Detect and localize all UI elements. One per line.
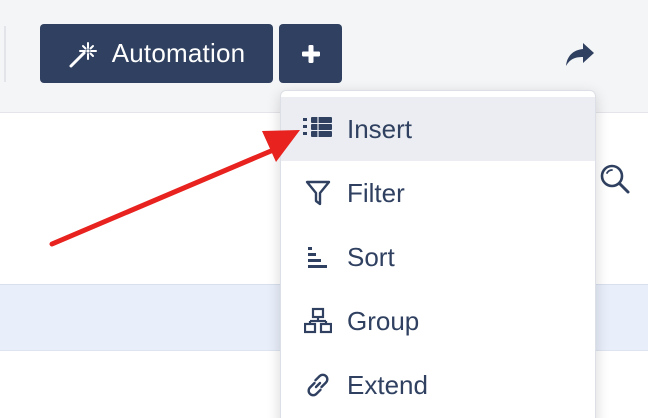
menu-item-filter[interactable]: Filter — [281, 161, 595, 225]
toolbar-divider — [4, 26, 6, 82]
menu-item-insert[interactable]: Insert — [281, 97, 595, 161]
insert-rows-icon — [303, 114, 333, 144]
add-dropdown-menu: Insert Filter Sort Group Extend — [280, 90, 596, 418]
menu-item-group[interactable]: Group — [281, 289, 595, 353]
group-hierarchy-icon — [303, 306, 333, 336]
menu-item-sort[interactable]: Sort — [281, 225, 595, 289]
plus-icon — [300, 43, 322, 65]
menu-item-label: Sort — [347, 241, 395, 272]
menu-item-extend[interactable]: Extend — [281, 353, 595, 417]
automation-button[interactable]: Automation — [40, 24, 273, 83]
add-button[interactable] — [279, 24, 342, 83]
filter-funnel-icon — [303, 178, 333, 208]
menu-item-label: Extend — [347, 369, 428, 400]
menu-item-label: Insert — [347, 113, 413, 144]
magic-wand-icon — [68, 39, 98, 69]
link-chain-icon — [303, 370, 333, 400]
automation-button-label: Automation — [111, 38, 246, 68]
screenshot-stage: Automation Insert Filter Sort Group Exte… — [0, 0, 648, 418]
search-icon[interactable] — [598, 162, 632, 196]
menu-item-label: Filter — [347, 177, 405, 208]
menu-item-label: Group — [347, 305, 420, 336]
share-arrow-icon[interactable] — [563, 40, 597, 70]
sort-icon — [303, 242, 333, 272]
